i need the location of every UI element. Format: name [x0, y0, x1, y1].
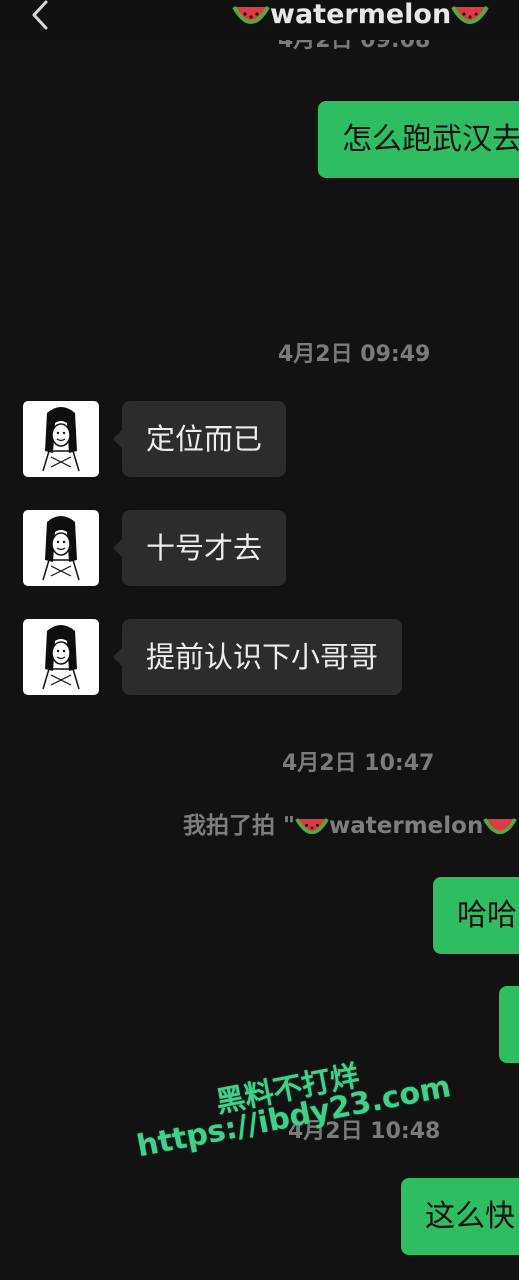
- message-bubble-incoming[interactable]: 定位而已: [112, 401, 287, 477]
- avatar[interactable]: [23, 510, 99, 586]
- chevron-left-icon: [32, 0, 48, 30]
- timestamp: 4月2日 10:47: [282, 751, 435, 776]
- message-bubble-outgoing[interactable]: [499, 986, 519, 1063]
- message-text: 这么快: [425, 1199, 515, 1234]
- chat-screen: watermelon 4月2日 09:08 怎么跑武汉去 4月2日 09:49 …: [0, 0, 519, 1280]
- watermelon-slice-icon: [483, 817, 518, 834]
- avatar-illustration: [42, 407, 80, 472]
- avatar[interactable]: [23, 401, 99, 477]
- back-button[interactable]: [26, 0, 56, 34]
- message-bubble-outgoing[interactable]: 这么快: [401, 1178, 519, 1255]
- avatar[interactable]: [23, 619, 99, 695]
- chat-title[interactable]: watermelon: [232, 0, 489, 34]
- watermelon-slice-icon: [232, 5, 270, 24]
- message-text: 哈哈: [457, 898, 517, 933]
- message-text: 十号才去: [146, 531, 263, 565]
- message-text: 定位而已: [146, 422, 263, 456]
- avatar-illustration: [42, 625, 80, 690]
- message-bubble-outgoing[interactable]: 怎么跑武汉去: [318, 101, 519, 178]
- message-bubble-incoming[interactable]: 十号才去: [112, 510, 287, 586]
- avatar-illustration: [42, 516, 80, 581]
- message-text: 提前认识下小哥哥: [146, 640, 379, 674]
- system-pat-message: 我拍了拍 " watermelon: [183, 806, 518, 840]
- watermelon-slice-icon: [451, 5, 489, 24]
- watermelon-slice-icon: [295, 817, 329, 834]
- message-text: 怎么跑武汉去: [342, 122, 519, 157]
- message-bubble-outgoing[interactable]: 哈哈: [433, 877, 519, 954]
- timestamp: 4月2日 09:49: [278, 342, 431, 367]
- chat-title-text: watermelon: [270, 0, 452, 30]
- message-bubble-incoming[interactable]: 提前认识下小哥哥: [112, 619, 403, 695]
- chat-header: watermelon: [0, 0, 519, 40]
